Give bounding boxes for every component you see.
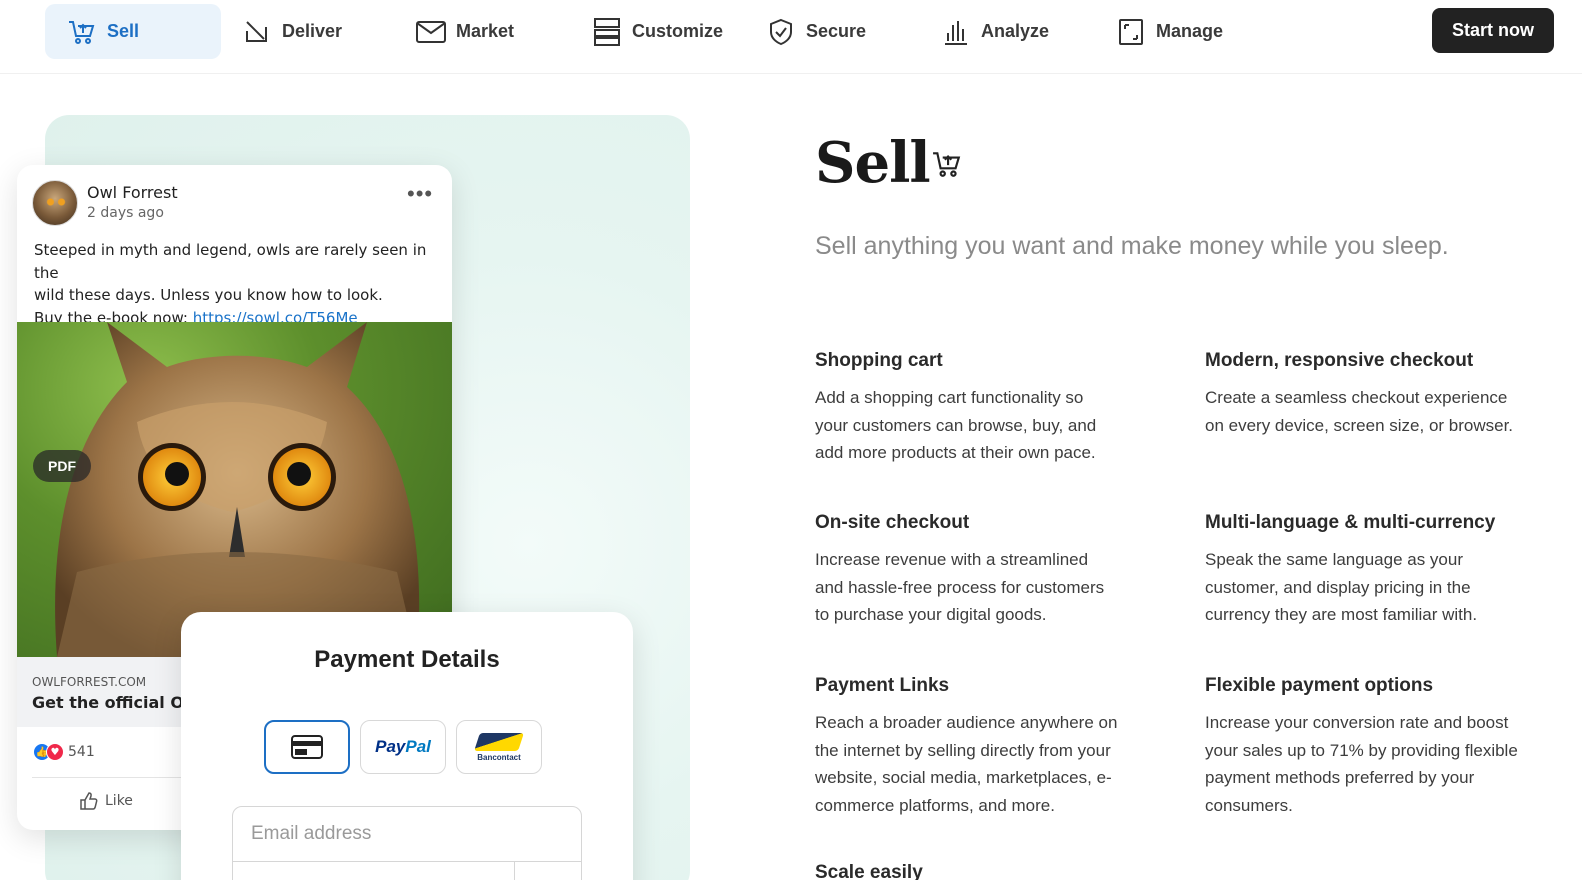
layout-icon: [592, 17, 622, 47]
paypal-pay: Pay: [375, 737, 406, 756]
nav-item-label: Manage: [1156, 21, 1224, 41]
feature-title: Flexible payment options: [1205, 675, 1434, 696]
card-number-input[interactable]: [233, 862, 514, 880]
feature-line: your customers can browse, buy, and: [815, 415, 1097, 435]
bancontact-label: Bancontact: [477, 752, 521, 762]
feature-line: Add a shopping cart functionality so: [815, 388, 1084, 407]
feature-payment-links: Payment Links Reach a broader audience a…: [815, 675, 1175, 819]
nav-item-label: Secure: [806, 21, 867, 41]
feature-line: and hassle-free process for customers: [815, 577, 1105, 597]
feature-title: Shopping cart: [815, 350, 943, 371]
bancontact-payment-option[interactable]: Bancontact: [456, 720, 542, 774]
like-button[interactable]: Like: [79, 791, 133, 811]
feature-line: payment methods preferred by your: [1205, 768, 1475, 787]
feature-line: Increase your conversion rate and boost: [1205, 713, 1509, 732]
bancontact-mark: [474, 732, 524, 751]
page-subtitle: Sell anything you want and make money wh…: [815, 232, 1449, 260]
post-text-line: wild these days. Unless you know how to …: [34, 286, 383, 304]
feature-line: Speak the same language as your: [1205, 550, 1464, 569]
nav-item-deliver[interactable]: Deliver: [242, 4, 342, 59]
feature-title: On-site checkout: [815, 512, 970, 533]
thumbs-up-icon: [80, 792, 98, 810]
love-reaction-icon: ♥: [46, 743, 64, 761]
feature-shopping-cart: Shopping cart Add a shopping cart functi…: [815, 350, 1175, 467]
feature-description: Create a seamless checkout experience on …: [1205, 384, 1575, 439]
feature-line: to purchase your digital goods.: [815, 605, 1047, 624]
nav-item-market[interactable]: Market: [416, 4, 514, 59]
nav-item-label: Analyze: [981, 21, 1050, 41]
feature-description: Increase revenue with a streamlined and h…: [815, 546, 1175, 629]
post-text: Steeped in myth and legend, owls are rar…: [34, 239, 439, 329]
nav-item-label: Deliver: [282, 21, 343, 41]
feature-line: Increase revenue with a streamlined: [815, 550, 1089, 569]
reaction-count: 541: [68, 744, 95, 760]
arrow-down-right-icon: [242, 17, 272, 47]
feature-line: website, social media, marketplaces, e-: [815, 768, 1112, 787]
nav-item-customize[interactable]: Customize: [592, 4, 723, 59]
feature-title: Multi-language & multi-currency: [1205, 512, 1496, 533]
feature-description: Increase your conversion rate and boost y…: [1205, 709, 1575, 819]
nav-item-label: Customize: [632, 21, 724, 41]
payment-details-card: Payment Details PayPal Bancontact: [181, 612, 633, 880]
bancontact-logo: Bancontact: [474, 732, 524, 762]
payment-title: Payment Details: [314, 646, 500, 673]
nav-item-label: Market: [456, 21, 515, 41]
feature-line: your sales up to 71% by providing flexib…: [1205, 740, 1518, 760]
link-domain: OWLFORREST.COM: [32, 675, 147, 689]
feature-multi-language: Multi-language & multi-currency Speak th…: [1205, 512, 1575, 629]
page-title: Sell: [815, 130, 931, 196]
avatar[interactable]: [32, 180, 78, 226]
owl-image[interactable]: [17, 322, 452, 657]
feature-flexible-payment: Flexible payment options Increase your c…: [1205, 675, 1575, 819]
feature-responsive-checkout: Modern, responsive checkout Create a sea…: [1205, 350, 1575, 439]
top-navigation: Sell Deliver Market Customize Secure Ana…: [0, 0, 1582, 74]
card-input-row: [232, 861, 619, 880]
nav-item-label: Sell: [107, 21, 140, 41]
feature-line: Reach a broader audience anywhere on: [815, 713, 1118, 732]
feature-title: Payment Links: [815, 675, 950, 696]
paypal-pal: Pal: [405, 737, 431, 756]
nav-item-analyze[interactable]: Analyze: [941, 4, 1049, 59]
post-text-line: Steeped in myth and legend, owls are rar…: [34, 241, 427, 282]
feature-line: Create a seamless checkout experience: [1205, 388, 1508, 407]
owl-illustration: [55, 322, 420, 657]
feature-onsite-checkout: On-site checkout Increase revenue with a…: [815, 512, 1175, 629]
pdf-badge: PDF: [33, 450, 91, 482]
paypal-logo: PayPal: [375, 737, 431, 757]
card-icon: [291, 735, 323, 759]
shield-check-icon: [766, 17, 796, 47]
nav-item-manage[interactable]: Manage: [1116, 4, 1223, 59]
feature-line: the internet by selling directly from yo…: [815, 740, 1111, 760]
feature-title: Modern, responsive checkout: [1205, 350, 1474, 371]
start-now-button[interactable]: Start now: [1432, 8, 1554, 53]
expiry-input[interactable]: [514, 862, 619, 880]
feature-description: Speak the same language as your customer,…: [1205, 546, 1575, 629]
reactions[interactable]: 👍 ♥ 541: [33, 743, 95, 761]
post-timestamp: 2 days ago: [87, 205, 164, 221]
feature-line: add more products at their own pace.: [815, 443, 1096, 462]
feature-line: currency they are most familiar with.: [1205, 605, 1478, 624]
nav-item-secure[interactable]: Secure: [766, 4, 866, 59]
feature-description: Reach a broader audience anywhere on the …: [815, 709, 1175, 819]
feature-line: commerce platforms, and more.: [815, 795, 1055, 815]
feature-description: Add a shopping cart functionality so your…: [815, 384, 1175, 467]
feature-line: on every device, screen size, or browser…: [1205, 415, 1514, 435]
frame-icon: [1116, 17, 1146, 47]
cart-upload-icon: [932, 150, 962, 183]
feature-line: consumers.: [1205, 795, 1293, 815]
like-label: Like: [105, 793, 133, 809]
feature-line: customer, and display pricing in the: [1205, 577, 1471, 597]
email-input[interactable]: [232, 806, 582, 862]
nav-item-sell[interactable]: Sell: [45, 4, 221, 59]
envelope-icon: [416, 17, 446, 47]
paypal-payment-option[interactable]: PayPal: [360, 720, 446, 774]
section-title-scale: Scale easily: [815, 862, 923, 880]
cart-upload-icon: [67, 17, 97, 47]
bar-chart-icon: [941, 17, 971, 47]
more-options-icon[interactable]: •••: [407, 181, 433, 207]
card-payment-option[interactable]: [264, 720, 350, 774]
post-author[interactable]: Owl Forrest: [87, 183, 178, 202]
